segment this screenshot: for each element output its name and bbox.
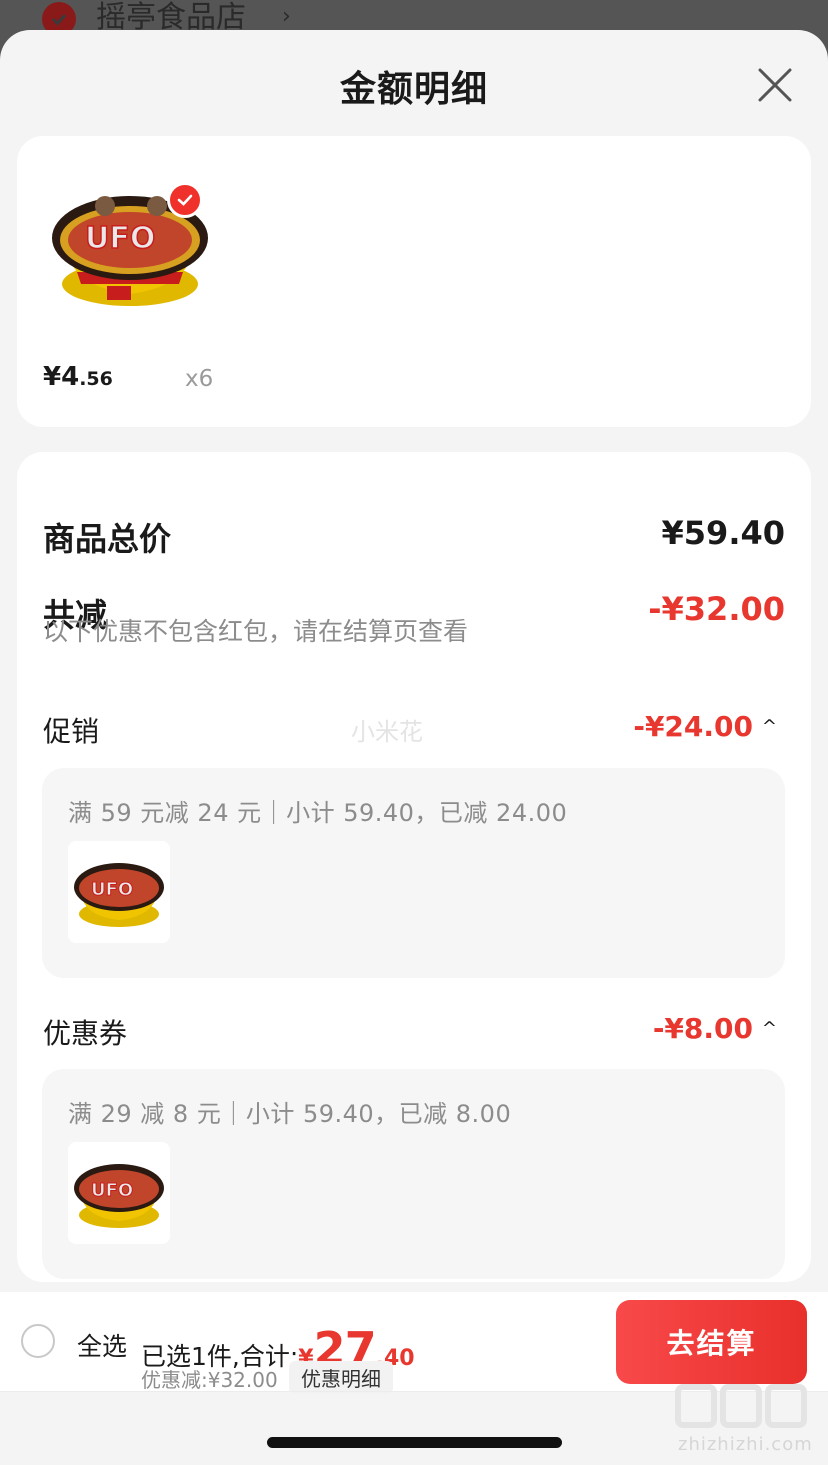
total-reduction-value: -¥32.00 [648, 590, 785, 628]
reduction-note: 以下优惠不包含红包，请在结算页查看 [43, 617, 469, 646]
coupon-label: 优惠券 [43, 1017, 128, 1050]
price-decimal: .56 [79, 368, 113, 390]
home-indicator [267, 1437, 562, 1448]
price-symbol: ¥ [43, 362, 62, 392]
goods-total-value: ¥59.40 [661, 514, 785, 552]
coupon-value[interactable]: -¥8.00 [653, 1012, 753, 1045]
product-price: ¥4.56 [43, 362, 113, 392]
promotion-product-thumbnail[interactable]: UFO [68, 841, 170, 943]
amount-detail-sheet: 金额明细 UFO ¥4.56 x6 商品总价 ¥59.40 共减 -¥32.00… [0, 30, 828, 1465]
coupon-product-thumbnail[interactable]: UFO [68, 1142, 170, 1244]
promotion-value[interactable]: -¥24.00 [633, 710, 753, 743]
select-all-label[interactable]: 全选 [77, 1327, 127, 1363]
promotion-rule: 满 59 元减 24 元｜小计 59.40，已减 24.00 [68, 799, 568, 827]
checkout-bar: 全选 已选1件,合计: ¥27.40 优惠减:¥32.00 优惠明细 去结算 [0, 1292, 828, 1394]
svg-text:UFO: UFO [91, 879, 133, 900]
product-card: UFO ¥4.56 x6 [17, 136, 811, 427]
sheet-title: 金额明细 [339, 69, 488, 110]
select-all-radio[interactable] [21, 1324, 55, 1358]
discount-detail-button[interactable]: 优惠明细 [289, 1361, 393, 1394]
svg-text:UFO: UFO [85, 221, 155, 256]
chevron-up-icon[interactable]: ^ [762, 1018, 777, 1039]
price-integer: 4 [61, 362, 80, 392]
watermark-text: 小米花 [351, 718, 423, 746]
coupon-rule: 满 29 减 8 元｜小计 59.40，已减 8.00 [68, 1100, 512, 1128]
goods-total-label: 商品总价 [43, 520, 172, 558]
product-selected-check-icon[interactable] [167, 182, 203, 218]
chevron-right-icon: › [282, 4, 291, 29]
promotion-detail-box: 满 59 元减 24 元｜小计 59.40，已减 24.00 UFO [42, 768, 785, 978]
close-icon[interactable] [752, 62, 798, 108]
site-watermark-logo [675, 1384, 825, 1434]
chevron-up-icon[interactable]: ^ [762, 716, 777, 737]
discount-amount: 优惠减:¥32.00 [141, 1368, 278, 1392]
svg-text:UFO: UFO [91, 1180, 133, 1201]
coupon-detail-box: 满 29 减 8 元｜小计 59.40，已减 8.00 UFO [42, 1069, 785, 1279]
promotion-label: 促销 [43, 715, 100, 748]
site-watermark-text: zhizhizhi.com [678, 1434, 813, 1455]
amount-breakdown-card: 商品总价 ¥59.40 共减 -¥32.00 以下优惠不包含红包，请在结算页查看… [17, 452, 811, 1282]
product-quantity: x6 [185, 366, 214, 392]
checkout-button[interactable]: 去结算 [616, 1300, 807, 1384]
